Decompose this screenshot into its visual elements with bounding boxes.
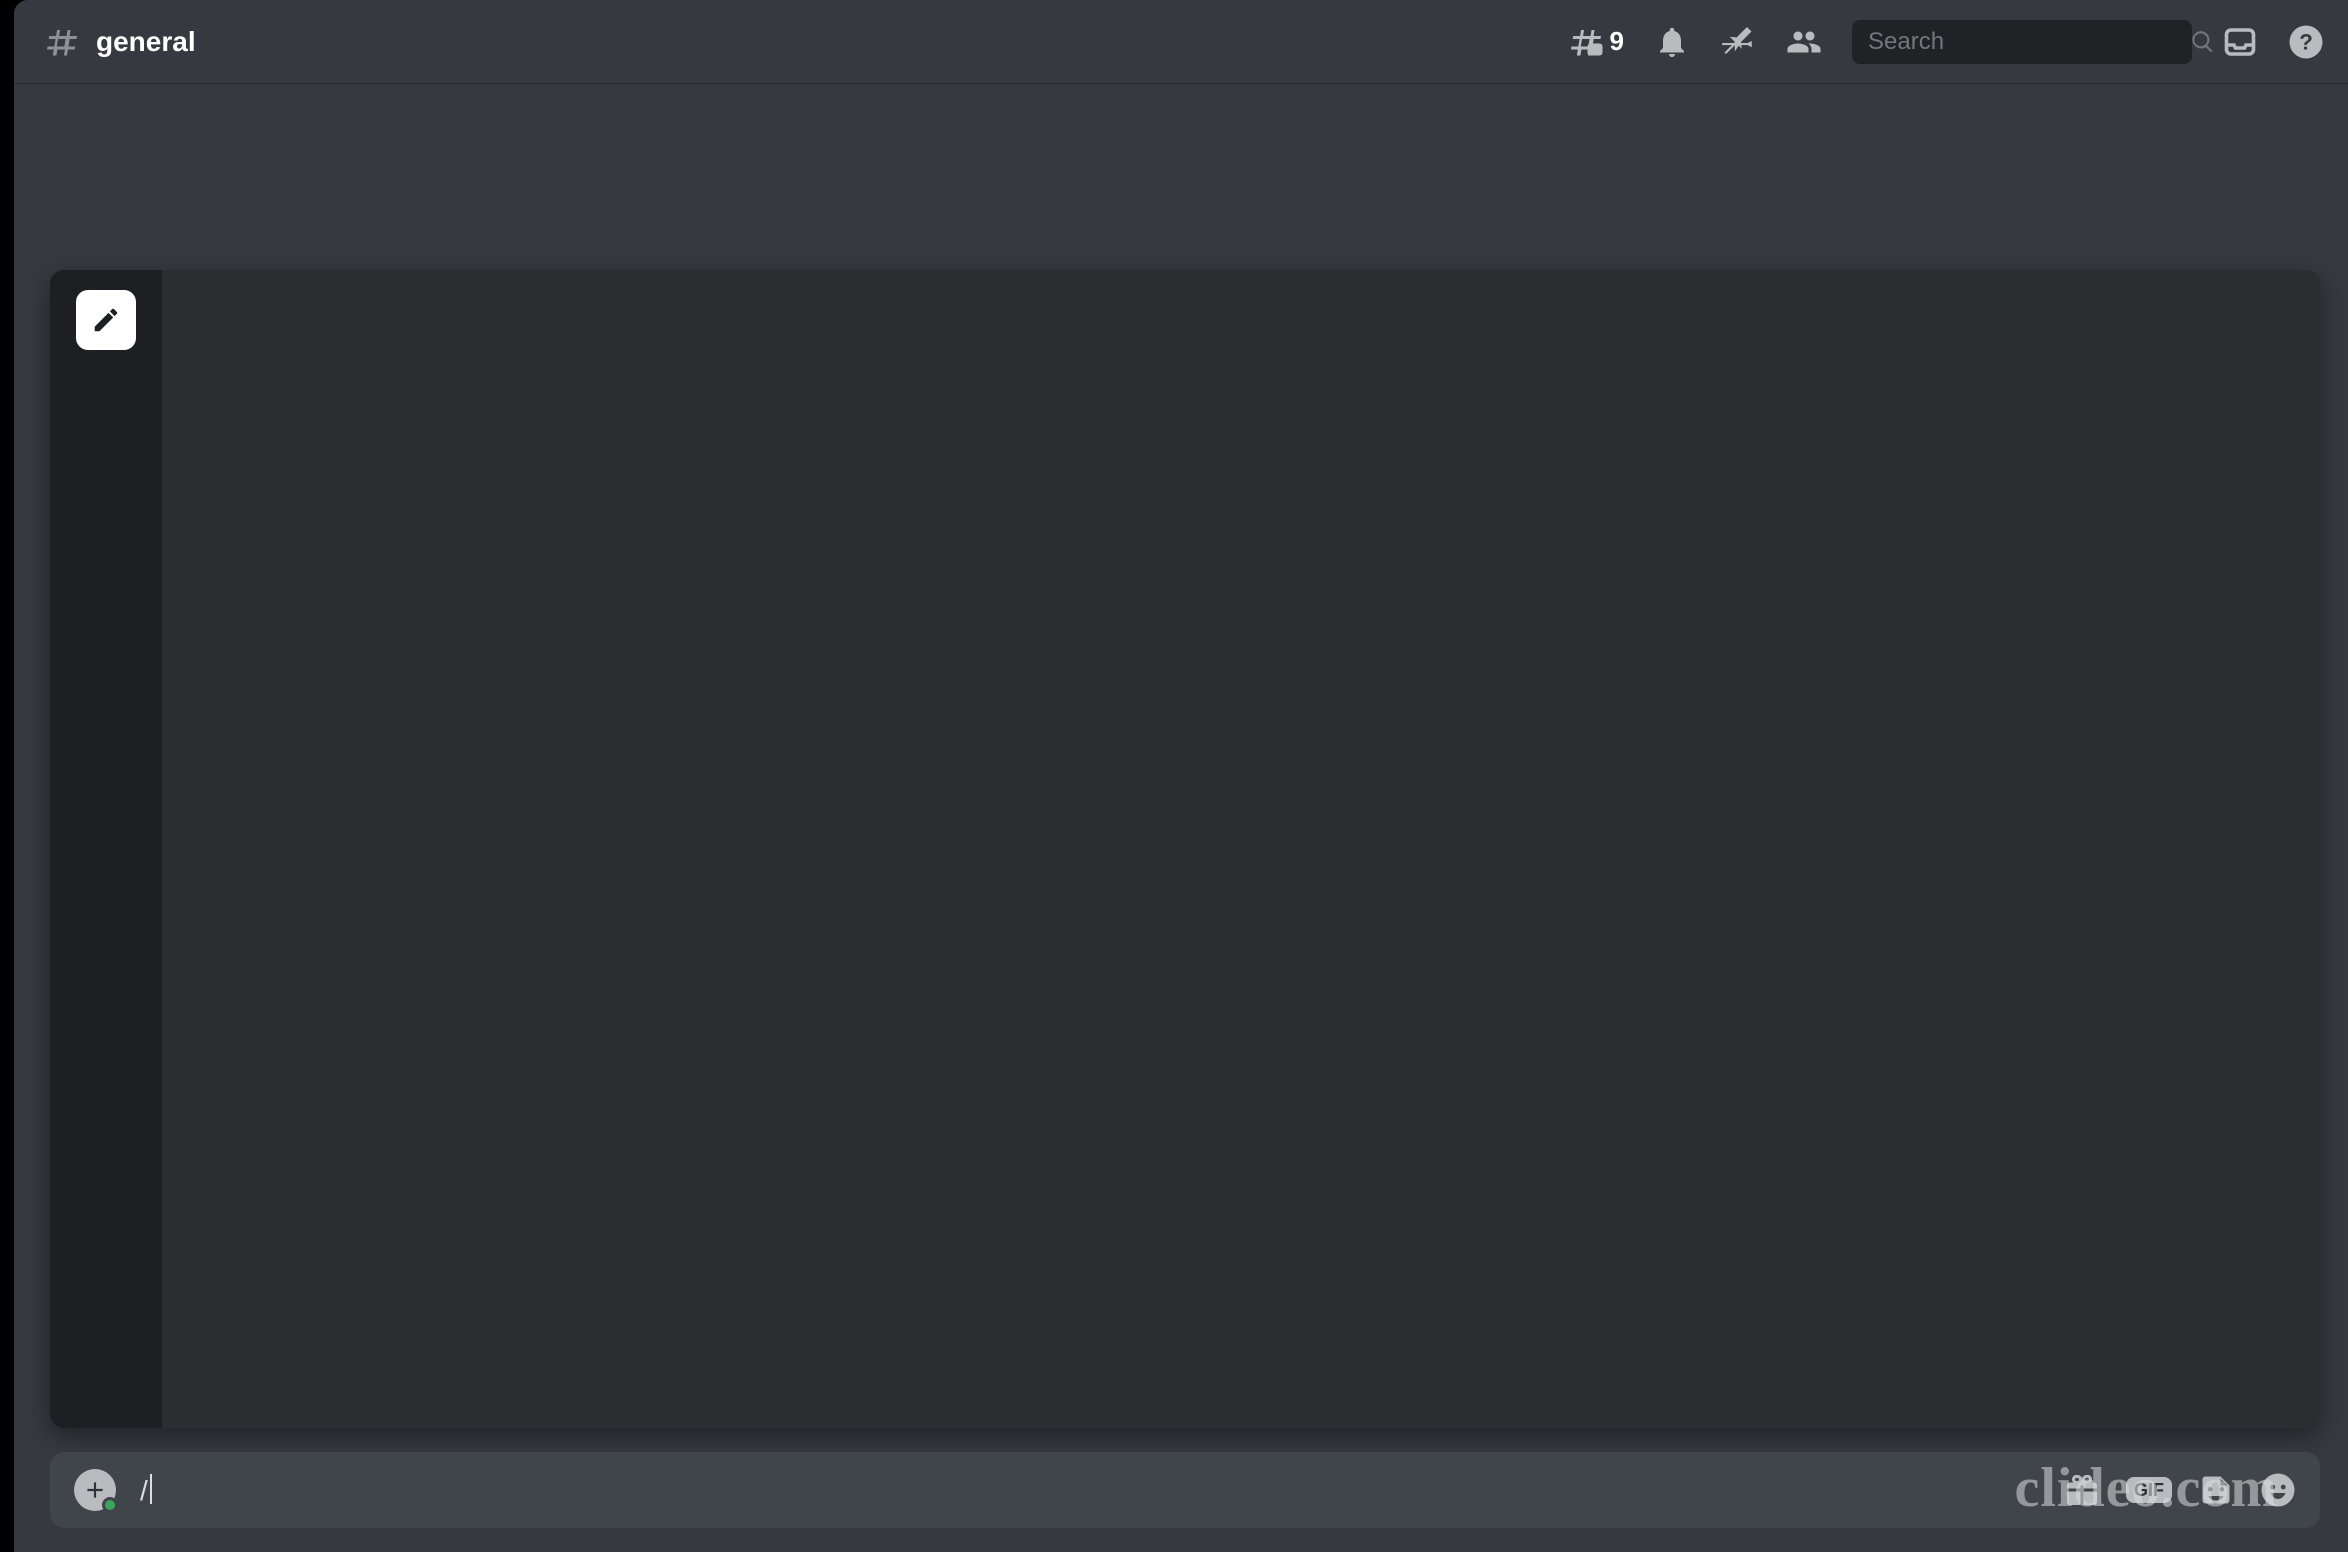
- threads-count: 9: [1610, 26, 1624, 57]
- bell-icon: [1654, 24, 1690, 60]
- attach-button[interactable]: [74, 1469, 116, 1511]
- search-icon: [2190, 29, 2216, 55]
- threads-icon: [1568, 24, 1604, 60]
- pencil-icon: [91, 305, 121, 335]
- inbox-button[interactable]: [2222, 24, 2258, 60]
- chat-app: general 9: [14, 0, 2348, 1552]
- gif-button[interactable]: GIF: [2126, 1477, 2172, 1503]
- status-dot-icon: [102, 1497, 118, 1513]
- emoji-button[interactable]: [2260, 1472, 2296, 1508]
- header-toolbar: 9: [1568, 20, 2324, 64]
- search-box[interactable]: [1852, 20, 2192, 64]
- search-input[interactable]: [1866, 27, 2180, 57]
- sticker-icon: [2198, 1472, 2234, 1508]
- channel-name: general: [96, 26, 196, 58]
- gift-button[interactable]: [2064, 1472, 2100, 1508]
- popout-body[interactable]: [162, 270, 2320, 1428]
- channel-header: general 9: [14, 0, 2348, 84]
- members-icon: [1786, 24, 1822, 60]
- chat-main: / GIF: [14, 84, 2348, 1552]
- threads-button[interactable]: 9: [1568, 24, 1624, 60]
- message-input[interactable]: /: [140, 1474, 2040, 1507]
- pin-icon: [1720, 24, 1756, 60]
- notifications-button[interactable]: [1654, 24, 1690, 60]
- help-icon: ?: [2288, 24, 2324, 60]
- hash-icon: [44, 24, 80, 60]
- command-popout: [50, 270, 2320, 1428]
- emoji-icon: [2260, 1472, 2296, 1508]
- popout-rail: [50, 270, 162, 1428]
- inbox-icon: [2222, 24, 2258, 60]
- gift-icon: [2064, 1472, 2100, 1508]
- sticker-button[interactable]: [2198, 1472, 2234, 1508]
- members-button[interactable]: [1786, 24, 1822, 60]
- help-button[interactable]: ?: [2288, 24, 2324, 60]
- svg-text:?: ?: [2299, 29, 2313, 54]
- gif-icon: GIF: [2126, 1477, 2172, 1503]
- message-composer: / GIF: [50, 1452, 2320, 1528]
- popout-tab-builtin[interactable]: [76, 290, 136, 350]
- pinned-button[interactable]: [1720, 24, 1756, 60]
